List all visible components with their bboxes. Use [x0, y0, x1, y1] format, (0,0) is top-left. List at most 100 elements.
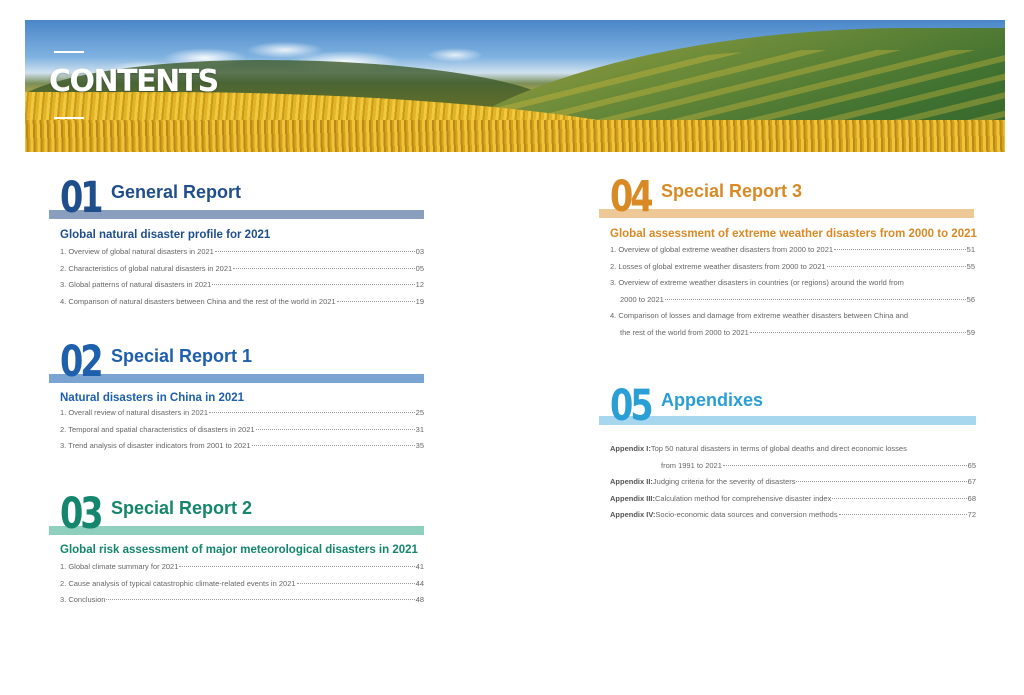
appendix-entry[interactable]: Appendix I: Top 50 natural disasters in t… — [610, 444, 976, 461]
dot-leader — [106, 599, 415, 600]
dot-leader — [749, 331, 966, 333]
toc-entry[interactable]: 4. Comparison of natural disasters betwe… — [60, 297, 424, 314]
section-accent-bar — [49, 526, 424, 535]
section-accent-bar — [49, 374, 424, 383]
toc-entry-text: 1. Overall review of natural disasters i… — [60, 408, 208, 417]
toc-page-number: 35 — [415, 441, 424, 450]
dot-leader — [834, 249, 966, 250]
contents-title: CONTENTS — [49, 64, 219, 99]
section-title: Special Report 1 — [111, 346, 253, 366]
appendix-page-number: 67 — [967, 477, 976, 486]
toc-page-number: 56 — [966, 294, 975, 304]
toc-page-number: 55 — [966, 261, 975, 271]
section-header: 03 Special Report 2 — [49, 492, 424, 540]
section-special-report-2: 03 Special Report 2 Global risk assessme… — [49, 492, 424, 612]
toc-entry-text: 1. Overview of global natural disasters … — [60, 247, 214, 256]
appendix-entry-text: Socio-economic data sources and conversi… — [655, 510, 838, 519]
toc-entry[interactable]: 2. Losses of global extreme weather disa… — [610, 262, 975, 279]
section-header: 05 Appendixes — [599, 384, 976, 432]
toc-page-number: 05 — [415, 263, 424, 273]
appendix-entry-continuation[interactable]: from 1991 to 2021 65 — [610, 461, 976, 478]
section-general-report: 01 General Report Global natural disaste… — [49, 173, 424, 313]
appendix-entry-text-continued: from 1991 to 2021 — [661, 460, 722, 470]
toc-entry-text: 1. Global climate summary for 2021 — [60, 562, 179, 571]
dot-leader — [251, 445, 415, 446]
toc-page-number: 31 — [415, 424, 424, 434]
toc-entry-text: 2. Losses of global extreme weather disa… — [610, 261, 826, 271]
section-subtitle: Natural disasters in China in 2021 — [60, 392, 245, 404]
section-subtitle: Global risk assessment of major meteorol… — [60, 544, 418, 556]
dot-leader — [796, 481, 967, 482]
dot-leader — [255, 428, 415, 430]
toc-entry[interactable]: 3. Overview of extreme weather disasters… — [610, 278, 975, 295]
section-title: Appendixes — [661, 390, 764, 410]
dot-leader — [209, 412, 415, 413]
toc-list: 1. Overview of global extreme weather di… — [610, 245, 975, 344]
dot-leader — [664, 298, 966, 300]
toc-page-number: 44 — [415, 578, 424, 588]
section-title: Special Report 2 — [111, 498, 253, 518]
toc-entry-text-continued: the rest of the world from 2000 to 2021 — [620, 327, 749, 337]
section-special-report-3: 04 Special Report 3 Global assessment of… — [599, 172, 977, 344]
toc-entry[interactable]: 2. Cause analysis of typical catastrophi… — [60, 579, 424, 596]
dot-leader — [826, 265, 966, 267]
appendix-label: Appendix III: — [610, 493, 655, 503]
toc-entry-continuation[interactable]: the rest of the world from 2000 to 2021 5… — [610, 328, 975, 345]
toc-entry[interactable]: 3. Conclusion 48 — [60, 595, 424, 612]
section-number: 02 — [60, 337, 104, 387]
toc-entry-text: 2. Characteristics of global natural dis… — [60, 263, 233, 273]
appendix-entry-text: Calculation method for comprehensive dis… — [655, 493, 832, 503]
dot-leader — [336, 300, 415, 302]
toc-page-number: 03 — [415, 247, 424, 256]
appendix-entry[interactable]: Appendix IV: Socio-economic data sources … — [610, 510, 976, 527]
appendix-label: Appendix IV: — [610, 510, 656, 519]
toc-list: 1. Global climate summary for 2021 41 2. … — [60, 562, 424, 612]
appendix-entry-text: Top 50 natural disasters in terms of glo… — [650, 444, 907, 453]
toc-list: 1. Overview of global natural disasters … — [60, 247, 424, 313]
toc-entry-text: 3. Overview of extreme weather disasters… — [610, 278, 904, 287]
dot-leader — [838, 514, 967, 515]
section-accent-bar — [49, 210, 424, 219]
toc-entry[interactable]: 1. Overview of global extreme weather di… — [610, 245, 975, 262]
toc-entry[interactable]: 1. Overview of global natural disasters … — [60, 247, 424, 264]
section-title: Special Report 3 — [661, 181, 803, 201]
toc-entry[interactable]: 2. Temporal and spatial characteristics … — [60, 425, 424, 442]
toc-entry-text: 4. Comparison of natural disasters betwe… — [60, 296, 336, 306]
toc-entry-text: 1. Overview of global extreme weather di… — [610, 245, 834, 254]
toc-list: 1. Overall review of natural disasters i… — [60, 408, 424, 458]
section-header: 02 Special Report 1 — [49, 337, 424, 388]
toc-entry[interactable]: 1. Overall review of natural disasters i… — [60, 408, 424, 425]
toc-entry-text-continued: 2000 to 2021 — [620, 294, 664, 304]
section-subtitle: Global assessment of extreme weather dis… — [610, 228, 977, 240]
dot-leader — [212, 284, 415, 285]
toc-entry[interactable]: 4. Comparison of losses and damage from … — [610, 311, 975, 328]
toc-page-number: 19 — [415, 296, 424, 306]
section-special-report-1: 02 Special Report 1 Natural disasters in… — [49, 337, 424, 458]
section-title: General Report — [111, 182, 242, 202]
section-number: 01 — [60, 173, 104, 223]
toc-page-number: 59 — [966, 327, 975, 337]
dot-leader — [179, 566, 415, 567]
toc-entry[interactable]: 2. Characteristics of global natural dis… — [60, 264, 424, 281]
toc-entry[interactable]: 1. Global climate summary for 2021 41 — [60, 562, 424, 579]
toc-entry[interactable]: 3. Global patterns of natural disasters … — [60, 280, 424, 297]
title-decor-line-bottom — [54, 117, 84, 119]
toc-entry-continuation[interactable]: 2000 to 2021 56 — [610, 295, 975, 312]
section-accent-bar — [599, 416, 976, 425]
toc-entry-text: 4. Comparison of losses and damage from … — [610, 311, 909, 320]
toc-page-number: 25 — [415, 408, 424, 417]
toc-page-number: 12 — [415, 280, 424, 289]
toc-entry[interactable]: 3. Trend analysis of disaster indicators… — [60, 441, 424, 458]
title-decor-line-top — [54, 51, 84, 53]
appendix-page-number: 65 — [967, 460, 976, 470]
toc-entry-text: 3. Conclusion — [60, 595, 106, 604]
section-accent-bar — [599, 209, 974, 218]
toc-page-number: 51 — [966, 245, 975, 254]
appendix-entry[interactable]: Appendix III: Calculation method for comp… — [610, 494, 976, 511]
appendix-label: Appendix II: — [610, 477, 653, 486]
appendix-label: Appendix I: — [610, 444, 651, 453]
toc-entry-text: 3. Trend analysis of disaster indicators… — [60, 441, 251, 450]
appendix-entry[interactable]: Appendix II: Judging criteria for the sev… — [610, 477, 976, 494]
section-number: 04 — [610, 172, 654, 222]
banner-wheat-foreground — [25, 120, 1005, 152]
